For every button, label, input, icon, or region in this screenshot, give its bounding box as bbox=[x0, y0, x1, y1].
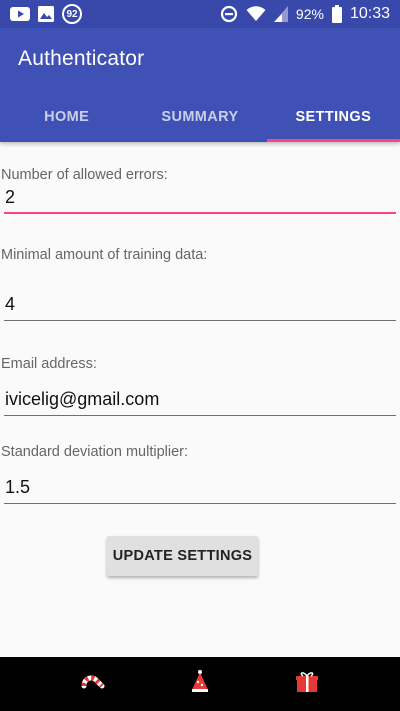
tab-bar: HOME SUMMARY SETTINGS bbox=[0, 92, 400, 142]
app-title: Authenticator bbox=[18, 47, 145, 70]
gift-recents-icon bbox=[295, 671, 319, 698]
recents-button[interactable] bbox=[287, 664, 327, 704]
notification-count-icon: 92 bbox=[62, 4, 82, 24]
navigation-bar bbox=[0, 657, 400, 711]
youtube-icon bbox=[10, 7, 30, 21]
candy-cane-back-icon bbox=[80, 672, 106, 697]
std-dev-input[interactable] bbox=[4, 472, 396, 504]
back-button[interactable] bbox=[73, 664, 113, 704]
update-settings-button[interactable]: UPDATE SETTINGS bbox=[107, 536, 258, 576]
training-data-label: Minimal amount of training data: bbox=[1, 247, 208, 263]
data-saver-icon bbox=[220, 5, 238, 23]
clock: 10:33 bbox=[349, 5, 390, 22]
tab-settings[interactable]: SETTINGS bbox=[266, 92, 400, 142]
home-button[interactable] bbox=[180, 664, 220, 704]
email-label: Email address: bbox=[1, 356, 97, 372]
status-bar-left: 92 bbox=[10, 4, 82, 24]
allowed-errors-input[interactable] bbox=[4, 182, 396, 214]
email-input[interactable] bbox=[4, 384, 396, 416]
battery-percentage: 92% bbox=[295, 6, 324, 22]
allowed-errors-label: Number of allowed errors: bbox=[1, 167, 168, 183]
image-icon bbox=[38, 6, 54, 22]
std-dev-label: Standard deviation multiplier: bbox=[1, 444, 188, 460]
wifi-icon bbox=[246, 6, 266, 22]
app-bar: Authenticator HOME SUMMARY SETTINGS bbox=[0, 28, 400, 142]
status-bar-right: 92% 10:33 bbox=[220, 5, 390, 23]
training-data-input[interactable] bbox=[4, 289, 396, 321]
battery-icon bbox=[331, 5, 342, 23]
status-bar: 92 92% 10:33 bbox=[0, 0, 400, 28]
tab-summary[interactable]: SUMMARY bbox=[133, 92, 266, 142]
christmas-tree-home-icon bbox=[189, 669, 211, 699]
tab-home[interactable]: HOME bbox=[0, 92, 133, 142]
signal-icon bbox=[273, 6, 288, 22]
